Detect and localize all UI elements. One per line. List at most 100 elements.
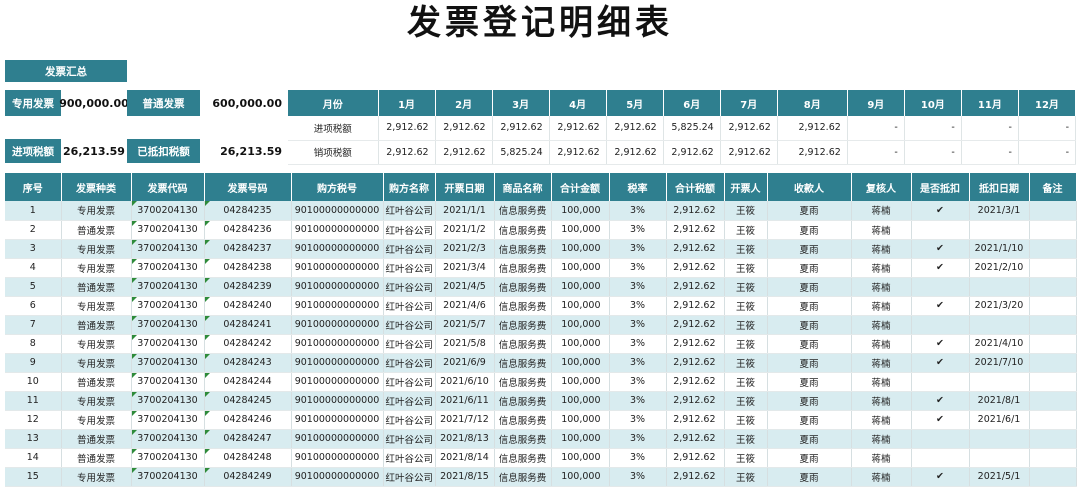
table-cell[interactable]: 2021/8/1: [969, 391, 1030, 411]
table-cell[interactable]: 90100000000000: [291, 239, 384, 259]
column-header[interactable]: 发票代码: [131, 173, 205, 201]
table-cell[interactable]: 夏雨: [767, 296, 852, 316]
table-cell[interactable]: 1: [5, 201, 62, 221]
monthly-cell[interactable]: -: [847, 116, 905, 141]
table-cell[interactable]: 2,912.62: [666, 201, 725, 221]
table-cell[interactable]: 王筱: [724, 296, 768, 316]
table-cell[interactable]: 3700204130: [131, 239, 205, 259]
table-cell[interactable]: 专用发票: [61, 239, 132, 259]
table-cell[interactable]: 2021/2/3: [435, 239, 495, 259]
table-cell[interactable]: [1029, 467, 1077, 487]
table-cell[interactable]: 蒋楠: [851, 372, 912, 392]
table-cell[interactable]: 2,912.62: [666, 315, 725, 335]
table-cell[interactable]: 红叶谷公司: [383, 220, 436, 240]
table-cell[interactable]: 100,000: [551, 296, 610, 316]
table-cell[interactable]: 2,912.62: [666, 429, 725, 449]
table-cell[interactable]: 夏雨: [767, 391, 852, 411]
table-cell[interactable]: 蒋楠: [851, 239, 912, 259]
table-cell[interactable]: 蒋楠: [851, 353, 912, 373]
column-header[interactable]: 购方名称: [383, 173, 436, 201]
table-cell[interactable]: 100,000: [551, 429, 610, 449]
table-cell[interactable]: [1029, 201, 1077, 221]
table-cell[interactable]: [1029, 372, 1077, 392]
monthly-cell[interactable]: -: [1018, 140, 1077, 165]
table-cell[interactable]: 3%: [609, 277, 667, 297]
column-header[interactable]: 备注: [1029, 173, 1077, 201]
table-cell[interactable]: 2,912.62: [666, 277, 725, 297]
table-cell[interactable]: 蒋楠: [851, 296, 912, 316]
monthly-cell[interactable]: 5,825.24: [492, 140, 550, 165]
table-cell[interactable]: 蒋楠: [851, 201, 912, 221]
table-cell[interactable]: 15: [5, 467, 62, 487]
table-cell[interactable]: 专用发票: [61, 410, 132, 430]
column-header[interactable]: 复核人: [851, 173, 912, 201]
monthly-cell[interactable]: -: [904, 116, 962, 141]
table-cell[interactable]: 信息服务费: [494, 467, 552, 487]
monthly-cell[interactable]: 2,912.62: [663, 140, 721, 165]
table-cell[interactable]: 信息服务费: [494, 353, 552, 373]
table-cell[interactable]: 王筱: [724, 467, 768, 487]
table-cell[interactable]: 王筱: [724, 334, 768, 354]
table-row[interactable]: 11 专用发票 3700204130 04284245 90100000000000 红叶…: [5, 391, 1077, 411]
column-header[interactable]: 开票人: [724, 173, 768, 201]
monthly-cell[interactable]: 2,912.62: [549, 116, 607, 141]
table-cell[interactable]: 夏雨: [767, 220, 852, 240]
table-cell[interactable]: 90100000000000: [291, 353, 384, 373]
table-cell[interactable]: 红叶谷公司: [383, 315, 436, 335]
column-header[interactable]: 税率: [609, 173, 667, 201]
table-cell[interactable]: [969, 220, 1030, 240]
table-row[interactable]: 1 专用发票 3700204130 04284235 90100000000000 红叶谷…: [5, 201, 1077, 221]
table-cell[interactable]: 90100000000000: [291, 391, 384, 411]
table-cell[interactable]: 3700204130: [131, 391, 205, 411]
table-cell[interactable]: 红叶谷公司: [383, 277, 436, 297]
table-cell[interactable]: 2,912.62: [666, 410, 725, 430]
monthly-cell[interactable]: 2,912.62: [720, 140, 778, 165]
table-cell[interactable]: 7: [5, 315, 62, 335]
monthly-cell[interactable]: 5,825.24: [663, 116, 721, 141]
table-cell[interactable]: 2021/4/6: [435, 296, 495, 316]
deducted-check-cell[interactable]: ✔: [911, 296, 970, 316]
table-cell[interactable]: 红叶谷公司: [383, 429, 436, 449]
table-cell[interactable]: 蒋楠: [851, 258, 912, 278]
table-cell[interactable]: 普通发票: [61, 315, 132, 335]
table-cell[interactable]: 04284238: [204, 258, 292, 278]
table-cell[interactable]: 红叶谷公司: [383, 353, 436, 373]
table-cell[interactable]: 2021/5/7: [435, 315, 495, 335]
table-cell[interactable]: [969, 315, 1030, 335]
table-cell[interactable]: 04284240: [204, 296, 292, 316]
deducted-check-cell[interactable]: ✔: [911, 391, 970, 411]
deducted-check-cell[interactable]: ✔: [911, 201, 970, 221]
table-cell[interactable]: 3%: [609, 220, 667, 240]
table-cell[interactable]: 2021/8/14: [435, 448, 495, 468]
table-cell[interactable]: 04284241: [204, 315, 292, 335]
table-cell[interactable]: 90100000000000: [291, 296, 384, 316]
table-cell[interactable]: 信息服务费: [494, 201, 552, 221]
table-cell[interactable]: 2021/5/8: [435, 334, 495, 354]
table-cell[interactable]: 夏雨: [767, 372, 852, 392]
deducted-check-cell[interactable]: [911, 372, 970, 392]
table-cell[interactable]: 信息服务费: [494, 334, 552, 354]
table-cell[interactable]: 11: [5, 391, 62, 411]
table-cell[interactable]: 3: [5, 239, 62, 259]
table-cell[interactable]: 3%: [609, 467, 667, 487]
table-row[interactable]: 9 专用发票 3700204130 04284243 90100000000000 红叶谷…: [5, 353, 1077, 373]
table-cell[interactable]: 红叶谷公司: [383, 296, 436, 316]
table-cell[interactable]: 04284248: [204, 448, 292, 468]
table-cell[interactable]: 100,000: [551, 315, 610, 335]
table-cell[interactable]: 红叶谷公司: [383, 448, 436, 468]
table-cell[interactable]: 3%: [609, 296, 667, 316]
monthly-cell[interactable]: -: [847, 140, 905, 165]
table-cell[interactable]: 王筱: [724, 239, 768, 259]
table-cell[interactable]: 3700204130: [131, 410, 205, 430]
deducted-check-cell[interactable]: [911, 277, 970, 297]
table-cell[interactable]: 3700204130: [131, 353, 205, 373]
deducted-check-cell[interactable]: [911, 429, 970, 449]
table-cell[interactable]: 04284237: [204, 239, 292, 259]
table-cell[interactable]: 红叶谷公司: [383, 201, 436, 221]
table-cell[interactable]: 90100000000000: [291, 220, 384, 240]
monthly-cell[interactable]: -: [961, 140, 1019, 165]
table-cell[interactable]: 夏雨: [767, 353, 852, 373]
table-cell[interactable]: 100,000: [551, 220, 610, 240]
column-header[interactable]: 合计金额: [551, 173, 610, 201]
table-cell[interactable]: 90100000000000: [291, 315, 384, 335]
